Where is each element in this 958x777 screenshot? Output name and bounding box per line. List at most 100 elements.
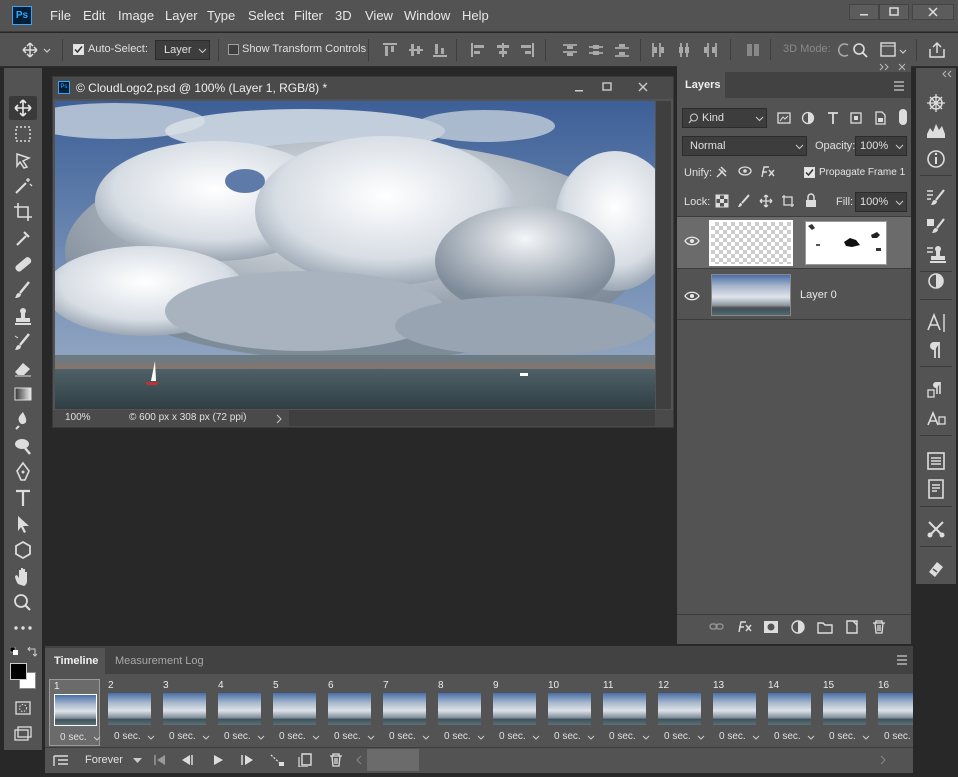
unify-position-icon[interactable] xyxy=(713,164,731,180)
menu-window[interactable]: Window xyxy=(404,8,450,23)
distribute-top-icon[interactable] xyxy=(562,42,578,58)
animation-frame[interactable]: 11 0 sec. xyxy=(599,679,650,746)
layer-style-fx-icon[interactable] xyxy=(736,619,754,635)
frame-delay[interactable]: 0 sec. xyxy=(664,731,691,742)
dodge-tool[interactable] xyxy=(9,434,37,458)
tween-icon[interactable] xyxy=(269,753,285,767)
frame-delay[interactable]: 0 sec. xyxy=(829,731,856,742)
distribute-horizontal-center-icon[interactable] xyxy=(676,42,692,58)
align-vertical-center-icon[interactable] xyxy=(408,42,424,58)
unify-style-icon[interactable] xyxy=(759,164,779,180)
expand-panels-icon[interactable] xyxy=(940,70,952,78)
chevron-down-icon[interactable] xyxy=(367,735,375,741)
menu-help[interactable]: Help xyxy=(462,8,489,23)
next-frame-icon[interactable] xyxy=(239,754,255,766)
frame-delay[interactable]: 0 sec. xyxy=(334,731,361,742)
path-selection-tool[interactable] xyxy=(9,512,37,536)
scroll-left-icon[interactable] xyxy=(355,755,363,765)
chevron-down-icon[interactable] xyxy=(477,735,485,741)
app-minimize-button[interactable] xyxy=(849,4,879,20)
chevron-down-icon[interactable] xyxy=(147,735,155,741)
layer-mask-thumbnail[interactable] xyxy=(805,221,887,265)
play-icon[interactable] xyxy=(211,754,225,766)
paragraph-panel-icon[interactable] xyxy=(925,339,947,361)
zoom-level[interactable]: 100% xyxy=(65,412,91,423)
auto-align-icon[interactable] xyxy=(745,42,761,58)
animation-frame[interactable]: 13 0 sec. xyxy=(709,679,760,746)
animation-frame[interactable]: 7 0 sec. xyxy=(379,679,430,746)
chevron-down-icon[interactable] xyxy=(257,735,265,741)
horizontal-scrollbar[interactable] xyxy=(289,410,655,426)
tab-layers[interactable]: Layers xyxy=(677,72,725,98)
fill-field[interactable]: 100% xyxy=(855,192,907,212)
maximize-icon[interactable] xyxy=(600,81,614,93)
filter-smart-object-icon[interactable] xyxy=(873,111,887,125)
app-close-button[interactable] xyxy=(912,4,954,20)
auto-select-checkbox[interactable] xyxy=(73,44,84,55)
clone-stamp-tool[interactable] xyxy=(9,304,37,328)
filter-type-icon[interactable] xyxy=(826,111,840,125)
frame-delay[interactable]: 0 sec. xyxy=(279,731,306,742)
chevron-down-icon[interactable] xyxy=(862,735,870,741)
frame-delay[interactable]: 0 sec. xyxy=(389,731,416,742)
menu-3d[interactable]: 3D xyxy=(335,8,352,23)
chevron-down-icon[interactable] xyxy=(642,735,650,741)
lock-transparent-icon[interactable] xyxy=(715,194,729,208)
frame-delay[interactable]: 0 sec. xyxy=(774,731,801,742)
chevron-down-icon[interactable] xyxy=(312,735,320,741)
quick-select-tool[interactable] xyxy=(9,174,37,198)
blend-mode-dropdown[interactable]: Normal xyxy=(682,136,807,156)
distribute-left-icon[interactable] xyxy=(650,42,666,58)
panel-menu-icon[interactable] xyxy=(893,81,905,91)
pen-tool[interactable] xyxy=(9,460,37,484)
marquee-tool[interactable] xyxy=(9,122,37,146)
frame-delay[interactable]: 0 sec. xyxy=(609,731,636,742)
animation-frame[interactable]: 14 0 sec. xyxy=(764,679,815,746)
chevron-down-icon[interactable] xyxy=(807,735,815,741)
timeline-scrollbar-thumb[interactable] xyxy=(367,749,419,771)
menu-layer[interactable]: Layer xyxy=(165,8,198,23)
scroll-right-icon[interactable] xyxy=(879,755,887,765)
animation-frame[interactable]: 4 0 sec. xyxy=(214,679,265,746)
animation-frame[interactable]: 5 0 sec. xyxy=(269,679,320,746)
filter-adjustment-icon[interactable] xyxy=(801,111,815,125)
lock-all-icon[interactable] xyxy=(804,193,818,208)
distribute-bottom-icon[interactable] xyxy=(614,42,630,58)
frame-delay[interactable]: 0 sec. xyxy=(719,731,746,742)
align-horizontal-center-icon[interactable] xyxy=(495,42,511,58)
chevron-down-icon[interactable] xyxy=(587,735,595,741)
frame-delay[interactable]: 0 sec. xyxy=(499,731,526,742)
quick-mask-button[interactable] xyxy=(9,696,37,720)
animation-frame[interactable]: 10 0 sec. xyxy=(544,679,595,746)
move-tool-preset-button[interactable] xyxy=(22,42,52,58)
type-tool[interactable] xyxy=(9,486,37,510)
brush-tool[interactable] xyxy=(9,278,37,302)
chevron-down-icon[interactable] xyxy=(697,735,705,741)
eye-icon[interactable] xyxy=(684,235,700,247)
chevron-down-icon[interactable] xyxy=(202,735,210,741)
notes-icon[interactable] xyxy=(925,478,947,500)
convert-to-video-timeline-icon[interactable] xyxy=(53,754,69,768)
animation-frame[interactable]: 15 0 sec. xyxy=(819,679,870,746)
close-icon[interactable] xyxy=(636,80,650,94)
close-icon[interactable] xyxy=(897,62,907,72)
lock-artboard-icon[interactable] xyxy=(781,194,795,208)
propagate-frame-checkbox[interactable] xyxy=(804,167,815,178)
clone-source-icon[interactable] xyxy=(925,244,947,266)
layer-filter-dropdown[interactable]: Kind xyxy=(682,108,767,128)
search-icon[interactable] xyxy=(852,42,868,58)
healing-brush-tool[interactable] xyxy=(9,252,37,276)
swap-colors-icon[interactable] xyxy=(26,646,38,658)
new-layer-icon[interactable] xyxy=(844,620,860,634)
tool-presets-icon[interactable] xyxy=(925,518,947,540)
trash-icon[interactable] xyxy=(328,752,344,768)
distribute-vertical-center-icon[interactable] xyxy=(588,42,604,58)
move-tool[interactable] xyxy=(9,96,37,120)
menu-select[interactable]: Select xyxy=(248,8,284,23)
eraser-tool[interactable] xyxy=(9,356,37,380)
histogram-icon[interactable] xyxy=(925,120,947,142)
libraries-icon[interactable] xyxy=(925,450,947,472)
actions-icon[interactable] xyxy=(925,558,947,580)
menu-edit[interactable]: Edit xyxy=(83,8,105,23)
first-frame-icon[interactable] xyxy=(153,754,167,766)
